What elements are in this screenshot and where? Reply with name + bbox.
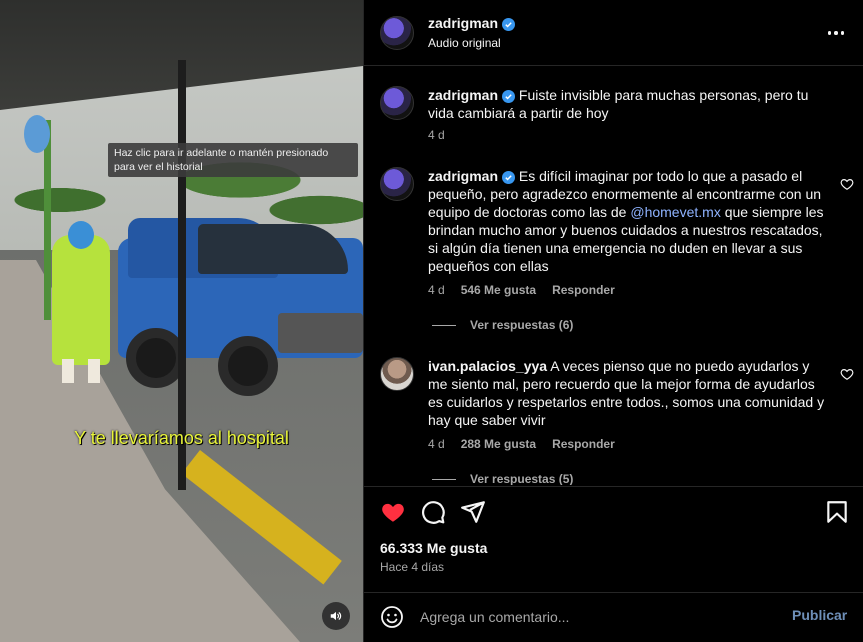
video-frame-lamp-pole [44, 120, 51, 320]
video-frame-sign [24, 115, 50, 153]
comment-username[interactable]: zadrigman [428, 168, 498, 184]
action-bar [364, 486, 863, 534]
like-comment-heart-icon[interactable] [840, 177, 854, 191]
video-frame-person [52, 221, 110, 383]
like-comment-heart-icon[interactable] [840, 367, 854, 381]
playback-tooltip: Haz clic para ir adelante o mantén presi… [108, 143, 358, 177]
emoji-icon[interactable] [380, 605, 404, 629]
mute-button[interactable] [322, 602, 350, 630]
likes-count[interactable]: 66.333 Me gusta [380, 540, 487, 556]
speaker-icon [330, 611, 342, 621]
comment-meta: 4 d [428, 128, 445, 142]
mention-link[interactable]: @homevet.mx [630, 204, 720, 220]
comment-item: ivan.palacios_yya A veces pienso que no … [380, 357, 854, 477]
comment-likes[interactable]: 546 Me gusta [461, 283, 536, 297]
post-comment-button[interactable]: Publicar [792, 607, 847, 623]
author-avatar[interactable] [380, 16, 414, 50]
video-frame-truck [118, 218, 363, 418]
caption-comment: zadrigman Fuiste invisible para muchas p… [380, 86, 850, 146]
view-replies-label: Ver respuestas (5) [470, 472, 574, 485]
view-replies-button[interactable]: Ver respuestas (5) [432, 472, 573, 485]
comment-username[interactable]: ivan.palacios_yya [428, 358, 547, 374]
reply-button[interactable]: Responder [552, 283, 615, 297]
comment-time[interactable]: 4 d [428, 437, 445, 451]
add-comment-bar: Publicar [364, 592, 863, 642]
post-header: zadrigman Audio original [364, 0, 863, 66]
comment-time[interactable]: 4 d [428, 283, 445, 297]
verified-badge-icon [502, 18, 516, 31]
author-username[interactable]: zadrigman [428, 15, 498, 31]
send-icon[interactable] [460, 499, 486, 525]
comment-likes[interactable]: 288 Me gusta [461, 437, 536, 451]
audio-label[interactable]: Audio original [428, 36, 501, 50]
view-replies-button[interactable]: Ver respuestas (6) [432, 318, 573, 332]
commenter-avatar[interactable] [380, 86, 414, 120]
author-username-row: zadrigman [428, 15, 516, 31]
comment-icon[interactable] [420, 499, 446, 525]
more-horizontal-icon [827, 31, 832, 35]
reply-button[interactable]: Responder [552, 437, 615, 451]
video-player[interactable]: Haz clic para ir adelante o mantén presi… [0, 0, 363, 642]
verified-badge-icon [502, 90, 516, 103]
comment-input[interactable] [420, 607, 760, 627]
comment-meta: 4 d 288 Me gusta Responder [428, 437, 615, 451]
video-frame-pole [178, 60, 186, 490]
view-replies-label: Ver respuestas (6) [470, 318, 574, 332]
post-details-panel: zadrigman Audio original zadrigman Fuist… [363, 0, 863, 642]
comment-body: zadrigman Es difícil imaginar por todo l… [428, 167, 828, 275]
post-viewer: Haz clic para ir adelante o mantén presi… [0, 0, 863, 642]
divider-line [432, 324, 456, 326]
comments-list: zadrigman Fuiste invisible para muchas p… [364, 67, 863, 485]
post-time[interactable]: Hace 4 días [380, 560, 444, 574]
commenter-avatar[interactable] [380, 357, 414, 391]
comment-body: ivan.palacios_yya A veces pienso que no … [428, 357, 828, 429]
video-caption: Y te llevaríamos al hospital [74, 428, 289, 448]
comment-username[interactable]: zadrigman [428, 87, 498, 103]
commenter-avatar[interactable] [380, 167, 414, 201]
comment-body: zadrigman Fuiste invisible para muchas p… [428, 86, 828, 122]
bookmark-icon[interactable] [824, 499, 850, 525]
comment-time[interactable]: 4 d [428, 128, 445, 142]
more-options-button[interactable] [824, 24, 848, 42]
verified-badge-icon [502, 171, 516, 184]
comment-meta: 4 d 546 Me gusta Responder [428, 283, 615, 297]
divider-line [432, 478, 456, 480]
heart-filled-icon[interactable] [380, 499, 406, 525]
